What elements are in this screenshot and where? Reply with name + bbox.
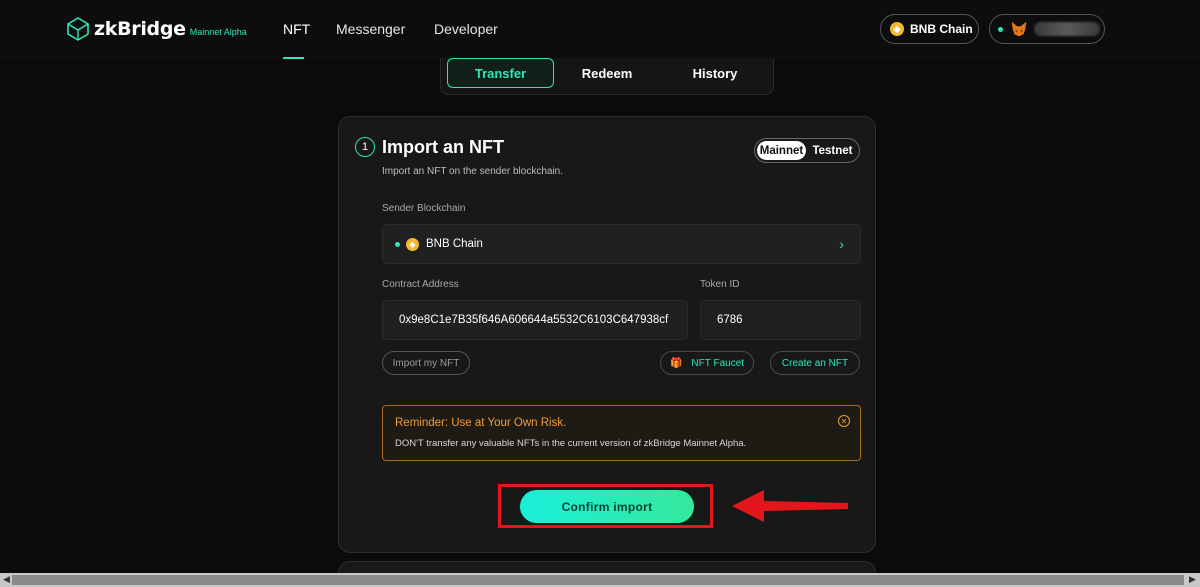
risk-reminder: Reminder: Use at Your Own Risk. DON'T tr… (382, 405, 861, 461)
scroll-left-icon[interactable]: ◀ (3, 574, 10, 585)
connected-dot-icon (998, 26, 1003, 32)
token-id-label: Token ID (700, 279, 740, 290)
import-my-nft-button[interactable]: Import my NFT (382, 351, 470, 375)
horizontal-scrollbar[interactable]: ◀ ▶ (0, 573, 1200, 587)
contract-address-input[interactable]: 0x9e8C1e7B35f646A606644a5532C6103C647938… (382, 300, 688, 340)
chain-selector-label: BNB Chain (910, 22, 973, 36)
sender-blockchain-value: BNB Chain (426, 238, 483, 250)
reminder-title: Reminder: Use at Your Own Risk. (395, 417, 567, 429)
zkbridge-logo[interactable]: zkBridge Mainnet Alpha (66, 17, 247, 41)
network-toggle: Mainnet Testnet (754, 138, 860, 163)
nav-messenger[interactable]: Messenger (336, 21, 405, 37)
nav-active-indicator (283, 57, 304, 59)
sender-blockchain-select[interactable]: ◆ BNB Chain › (382, 224, 861, 264)
logo-subtitle: Mainnet Alpha (189, 26, 247, 37)
logo-text: zkBridge (94, 18, 186, 40)
nft-faucet-button[interactable]: 🎁 NFT Faucet (660, 351, 754, 375)
metamask-fox-icon (1011, 21, 1027, 37)
card-subtitle: Import an NFT on the sender blockchain. (382, 166, 564, 177)
tab-history[interactable]: History (669, 58, 761, 88)
contract-address-label: Contract Address (382, 279, 459, 290)
bnb-chain-icon: ◆ (890, 22, 904, 36)
reminder-text: DON'T transfer any valuable NFTs in the … (395, 438, 747, 449)
card-title: Import an NFT (382, 137, 504, 157)
token-id-input[interactable]: 6786 (700, 300, 861, 340)
step-number: 1 (355, 137, 375, 157)
confirm-import-button[interactable]: Confirm import (520, 490, 694, 523)
chevron-right-icon: › (839, 236, 844, 252)
zkbridge-logo-icon (67, 17, 89, 41)
create-nft-button[interactable]: Create an NFT (770, 351, 860, 375)
scroll-right-icon[interactable]: ▶ (1189, 574, 1196, 585)
tab-redeem[interactable]: Redeem (561, 58, 653, 88)
bnb-chain-icon: ◆ (406, 237, 419, 251)
annotation-arrow-icon (732, 490, 848, 522)
wallet-button[interactable] (989, 14, 1105, 44)
nav-nft[interactable]: NFT (283, 21, 310, 37)
toggle-testnet[interactable]: Testnet (808, 141, 857, 160)
tab-transfer[interactable]: Transfer (447, 58, 554, 88)
transfer-tabs: Transfer Redeem History (440, 58, 774, 95)
chain-selector-button[interactable]: ◆ BNB Chain (880, 14, 979, 44)
token-id-value: 6786 (717, 314, 743, 326)
nav-developer[interactable]: Developer (434, 21, 498, 37)
close-icon[interactable]: ✕ (838, 415, 850, 427)
contract-address-value: 0x9e8C1e7B35f646A606644a5532C6103C647938… (399, 314, 669, 326)
gift-icon: 🎁 (669, 357, 683, 369)
top-header: zkBridge Mainnet Alpha NFT Messenger Dev… (0, 0, 1200, 60)
sender-blockchain-label: Sender Blockchain (382, 203, 466, 214)
wallet-address-blurred (1034, 22, 1100, 36)
status-dot-icon (395, 241, 400, 247)
nft-faucet-label: NFT Faucet (691, 357, 745, 369)
toggle-mainnet[interactable]: Mainnet (757, 141, 806, 160)
scrollbar-thumb[interactable] (12, 575, 1184, 585)
